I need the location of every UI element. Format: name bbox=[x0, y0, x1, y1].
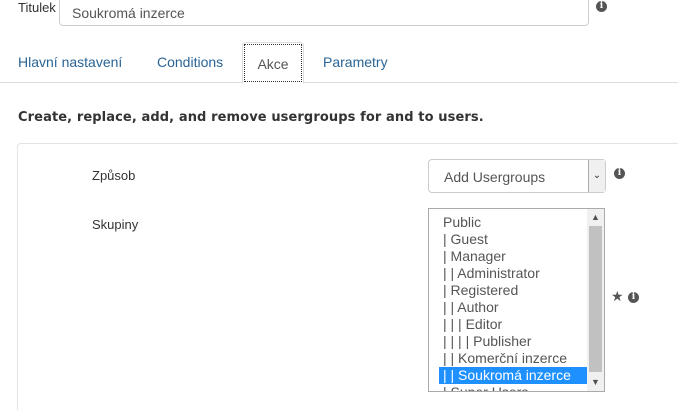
title-input[interactable] bbox=[59, 0, 589, 26]
tab-hlavni-nastaveni[interactable]: Hlavní nastavení bbox=[4, 42, 136, 83]
group-option[interactable]: | Registered bbox=[439, 282, 589, 299]
tab-bar: Hlavní nastavení Conditions Akce Paramet… bbox=[0, 42, 678, 84]
method-select-value: Add Usergroups bbox=[444, 169, 546, 185]
group-option[interactable]: | | Author bbox=[439, 299, 589, 316]
group-option[interactable]: | Manager bbox=[439, 248, 589, 265]
scrollbar-thumb[interactable] bbox=[589, 226, 602, 372]
info-icon[interactable]: i bbox=[628, 292, 639, 303]
scroll-up-arrow[interactable]: ▲ bbox=[587, 209, 604, 226]
tab-parametry[interactable]: Parametry bbox=[309, 42, 402, 83]
action-description: Create, replace, add, and remove usergro… bbox=[18, 110, 484, 125]
method-label: Způsob bbox=[92, 168, 136, 183]
page: Titulek i Hlavní nastavení Conditions Ak… bbox=[0, 0, 678, 410]
tab-akce[interactable]: Akce bbox=[242, 42, 304, 84]
group-option[interactable]: | | Soukromá inzerce bbox=[439, 367, 589, 384]
method-select[interactable]: Add Usergroups ⌄ bbox=[428, 159, 606, 193]
group-option[interactable]: | Guest bbox=[439, 231, 589, 248]
group-option[interactable]: Public bbox=[439, 214, 589, 231]
star-icon[interactable]: ★ bbox=[611, 289, 624, 303]
chevron-down-icon: ⌄ bbox=[588, 160, 605, 192]
group-option[interactable]: | | | | Publisher bbox=[439, 333, 589, 350]
info-icon[interactable]: i bbox=[596, 1, 607, 12]
info-icon[interactable]: i bbox=[614, 168, 625, 179]
group-option[interactable]: | | | Editor bbox=[439, 316, 589, 333]
tab-conditions[interactable]: Conditions bbox=[143, 42, 237, 83]
groups-scrollbar[interactable]: ▲ ▼ bbox=[587, 209, 604, 391]
group-option[interactable]: | | Administrator bbox=[439, 265, 589, 282]
groups-option-list: Public | Guest | Manager | | Administrator |… bbox=[439, 214, 589, 391]
groups-label: Skupiny bbox=[92, 217, 139, 232]
group-option[interactable]: | | Komerční inzerce bbox=[439, 350, 589, 367]
title-label: Titulek bbox=[18, 0, 56, 15]
scroll-down-arrow[interactable]: ▼ bbox=[587, 374, 604, 391]
group-option[interactable]: | Super Users bbox=[439, 384, 589, 391]
groups-multiselect[interactable]: Public | Guest | Manager | | Administrator |… bbox=[428, 208, 605, 392]
